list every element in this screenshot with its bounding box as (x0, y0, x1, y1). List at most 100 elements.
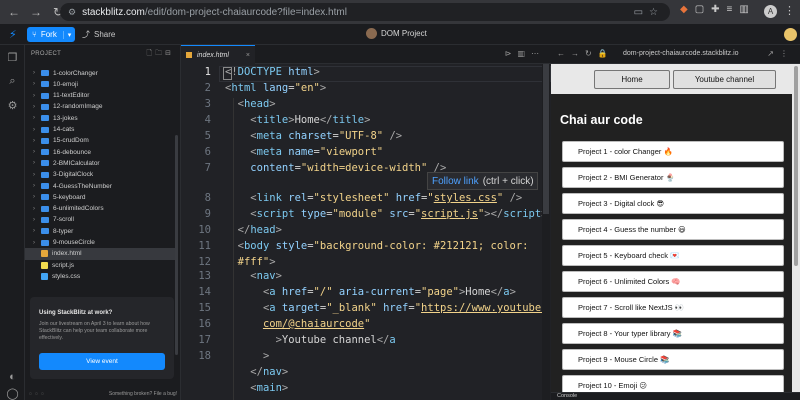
tree-item[interactable]: › 4-GuessTheNumber (25, 180, 175, 192)
project-title[interactable]: DOM Project (366, 28, 427, 39)
project-link[interactable]: Project 5 - Keyboard check 💌 (562, 245, 784, 266)
scrollbar-thumb[interactable] (543, 64, 549, 214)
search-icon[interactable]: ⌕ (6, 75, 19, 88)
preview-back-icon[interactable]: ← (557, 49, 571, 58)
cast-icon[interactable]: ▭ (634, 7, 649, 18)
new-file-icon[interactable]: 🗋 (146, 50, 155, 57)
project-link[interactable]: Project 4 - Guess the number 😃 (562, 219, 784, 240)
project-link[interactable]: Project 9 - Mouse Circle 📚 (562, 349, 784, 370)
more-icon[interactable]: ⋮ (780, 49, 794, 58)
youtube-channel-button[interactable]: Youtube channel (673, 70, 776, 89)
split-editor-icon[interactable]: ▥ (517, 49, 531, 58)
preview-reload-icon[interactable]: ↻ (585, 49, 598, 58)
tree-item[interactable]: index.html (25, 247, 175, 260)
tree-item[interactable]: styles.css (25, 270, 175, 282)
chevron-down-icon[interactable]: ▾ (63, 30, 75, 39)
code-editor[interactable]: 1 2 3 4 5 6 7 8 9 10 11 12 13 14 15 16 17 18 <!DOCTYPE ht… (181, 64, 551, 400)
chevron-right-icon[interactable]: › (33, 194, 41, 200)
chevron-right-icon[interactable]: › (33, 183, 41, 189)
chevron-right-icon[interactable]: › (33, 217, 41, 223)
project-link[interactable]: Project 7 - Scroll like NextJS 👀 (562, 297, 784, 318)
tree-item[interactable]: › 8-typer (25, 225, 175, 237)
file-bug-link[interactable]: Something broken? File a bug! (109, 391, 177, 397)
tree-item[interactable]: › 11-textEditor (25, 90, 175, 102)
preview-url[interactable]: dom-project-chaiaurcode.stackblitz.io (623, 50, 739, 57)
scrollbar-thumb[interactable] (794, 66, 798, 266)
collapse-all-icon[interactable]: ⊟ (165, 50, 174, 57)
bookmark-star-icon[interactable]: ☆ (649, 7, 664, 18)
tree-item[interactable]: › 10-emoji (25, 78, 175, 90)
project-link[interactable]: Project 3 - Digital clock 😎 (562, 193, 784, 214)
fork-button[interactable]: ⑂ Fork ▾ (27, 27, 75, 42)
tree-item[interactable]: › 16-debounce (25, 146, 175, 158)
preview-nav[interactable]: ←→↻🔒 (557, 49, 614, 58)
tree-item[interactable]: › 5-keyboard (25, 191, 175, 203)
files-icon[interactable]: ❐ (6, 51, 19, 64)
extension-fox-icon[interactable]: ◆ (680, 4, 695, 15)
extension-icons[interactable]: ◆▢✚≡▥ (680, 4, 756, 15)
tree-item[interactable]: › 3-DigitalClock (25, 169, 175, 181)
preview-forward-icon[interactable]: → (571, 49, 585, 58)
address-bar-actions[interactable]: ▭☆ (634, 7, 664, 18)
chevron-right-icon[interactable]: › (33, 104, 41, 110)
browser-menu-icon[interactable]: ⋮ (784, 4, 795, 17)
tree-item[interactable]: › 14-cats (25, 124, 175, 136)
open-new-tab-icon[interactable]: ↗ (767, 49, 780, 58)
project-link[interactable]: Project 8 - Your typer library 📚 (562, 323, 784, 344)
chevron-right-icon[interactable]: › (33, 206, 41, 212)
explorer-actions[interactable]: 🗋🗀⊟ (146, 49, 174, 60)
project-link[interactable]: Project 1 - color Changer 🔥 (562, 141, 784, 162)
tree-item[interactable]: › 1-colorChanger (25, 67, 175, 79)
chevron-right-icon[interactable]: › (33, 93, 41, 99)
chevron-right-icon[interactable]: › (33, 138, 41, 144)
chevron-right-icon[interactable]: › (33, 160, 41, 166)
preview-scrollbar[interactable] (792, 64, 800, 392)
back-icon[interactable]: ← (6, 5, 22, 19)
discord-icon[interactable]: ◌ (41, 391, 47, 397)
project-link[interactable]: Project 6 - Unlimited Colors 🧠 (562, 271, 784, 292)
theme-toggle-icon[interactable]: ◐ (6, 371, 19, 384)
project-link[interactable]: Project 2 - BMI Generator 🍨 (562, 167, 784, 188)
pin-icon[interactable]: ⊳ (505, 49, 518, 58)
chevron-right-icon[interactable]: › (33, 149, 41, 155)
editor-actions[interactable]: ⊳▥⋯ (505, 49, 545, 58)
tree-item[interactable]: › 12-randomImage (25, 101, 175, 113)
project-link[interactable]: Project 10 - Emoji 😕 (562, 375, 784, 392)
extension-icon[interactable]: ▢ (695, 4, 711, 15)
social-icons[interactable]: ◌◌◌ (29, 391, 47, 397)
profile-avatar[interactable]: A (764, 5, 777, 18)
view-event-button[interactable]: View event (39, 353, 165, 370)
address-bar[interactable]: ⚙ stackblitz.com/edit/dom-project-chaiau… (60, 3, 670, 21)
new-folder-icon[interactable]: 🗀 (155, 50, 165, 57)
more-icon[interactable]: ⋯ (531, 49, 545, 58)
share-button[interactable]: ⤴ Share (82, 29, 115, 40)
editor-scrollbar[interactable] (542, 64, 550, 400)
settings-gear-icon[interactable]: ⚙ (6, 99, 19, 112)
reading-list-icon[interactable]: ≡ (727, 4, 740, 15)
tree-item[interactable]: › 13-jokes (25, 112, 175, 124)
chevron-right-icon[interactable]: › (33, 115, 41, 121)
site-info-icon[interactable]: ⚙ (68, 7, 76, 18)
tree-item[interactable]: › 7-scroll (25, 214, 175, 226)
stackblitz-logo-icon[interactable]: ⚡ (9, 28, 17, 41)
tree-item[interactable]: › 15-crudDom (25, 135, 175, 147)
extensions-puzzle-icon[interactable]: ✚ (711, 4, 726, 15)
console-bar[interactable]: Console (551, 392, 800, 400)
chevron-right-icon[interactable]: › (33, 81, 41, 87)
forward-icon[interactable]: → (28, 5, 44, 19)
follow-link[interactable]: Follow link (432, 176, 479, 187)
tab-index-html[interactable]: index.html × (181, 45, 255, 64)
chevron-right-icon[interactable]: › (33, 70, 41, 76)
tree-item[interactable]: › 9-mouseCircle (25, 237, 175, 249)
account-icon[interactable]: ◯ (6, 387, 19, 400)
home-nav-button[interactable]: Home (594, 70, 670, 89)
tree-item[interactable]: › 2-BMICalculator (25, 157, 175, 169)
explorer-scrollbar[interactable] (175, 135, 178, 355)
tree-item[interactable]: › 6-unlimitedColors (25, 203, 175, 215)
user-avatar[interactable] (784, 28, 797, 41)
chevron-right-icon[interactable]: › (33, 240, 41, 246)
tree-item[interactable]: script.js (25, 259, 175, 271)
preview-actions[interactable]: ↗⋮ (767, 49, 794, 58)
chevron-right-icon[interactable]: › (33, 228, 41, 234)
chevron-right-icon[interactable]: › (33, 127, 41, 133)
